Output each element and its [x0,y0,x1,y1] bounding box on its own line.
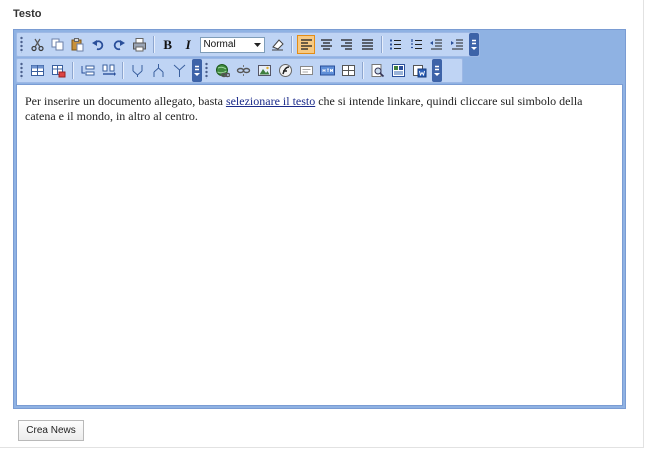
toolbar-overflow-button[interactable] [192,59,202,82]
outdent-button[interactable] [428,35,446,54]
undo-icon [91,40,104,51]
more-icon [472,39,477,45]
bold-button[interactable]: B [159,35,177,54]
indent-button[interactable] [448,35,466,54]
merge-cells-button[interactable] [128,61,147,80]
unlink-icon [236,65,251,76]
more-icon [435,65,439,71]
cut-button[interactable] [28,35,46,54]
toolbar-row-2 [16,58,463,83]
template-button[interactable] [389,61,408,80]
split-cells-icon [153,64,164,77]
insert-row-icon [81,65,95,76]
toolbar-separator [122,62,124,79]
paste-icon [71,38,84,52]
field-label: Testo [13,8,42,20]
undo-button[interactable] [89,35,107,54]
toolbar-separator [72,62,74,79]
numbered-list-button[interactable] [407,35,425,54]
align-center-button[interactable] [317,35,335,54]
delete-cells-button[interactable] [170,61,189,80]
italic-icon: I [185,36,191,52]
align-center-icon [320,39,332,50]
form-frame: Testo B I Normal Per inserire un documen… [0,0,644,448]
insert-row-button[interactable] [78,61,97,80]
paste-button[interactable] [69,35,87,54]
merge-cells-icon [132,65,143,77]
cut-icon [30,38,44,52]
toolbar-overflow-button[interactable] [469,33,480,56]
paste-word-icon [413,65,427,78]
format-select-value: Normal [203,39,236,50]
toolbar-overflow-button[interactable] [432,59,442,82]
justify-button[interactable] [358,35,376,54]
copy-button[interactable] [48,35,66,54]
flash-icon [279,64,292,77]
toolbar-separator [380,36,383,53]
editor-content-area[interactable]: Per inserire un documento allegato, bast… [16,84,623,406]
italic-button[interactable]: I [179,35,197,54]
content-text-before: Per inserire un documento allegato, bast… [25,94,226,108]
more-icon [195,65,199,71]
content-link[interactable]: selezionare il testo [226,94,315,108]
copy-icon [51,38,64,51]
toolbar-grip[interactable] [19,62,24,79]
chevron-down-icon [250,38,264,52]
eraser-icon [272,39,284,51]
bulleted-list-button[interactable] [387,35,405,54]
insert-form-button[interactable] [297,61,316,80]
bold-icon: B [163,36,173,52]
print-icon [132,38,146,52]
unlink-button[interactable] [234,61,253,80]
toolbar-grip[interactable] [19,36,24,53]
justify-icon [361,39,373,50]
special-char-icon [342,65,355,76]
indent-icon [450,39,463,50]
delete-cells-icon [173,64,186,77]
chevron-down-icon [471,47,478,50]
paste-word-button[interactable] [410,61,429,80]
format-select[interactable]: Normal [200,36,266,53]
image-icon [258,65,271,76]
align-right-button[interactable] [338,35,356,54]
preview-icon [371,64,385,78]
toolbar-separator [362,62,364,79]
remove-format-button[interactable] [268,35,286,54]
toolbar-row-1: B I Normal [16,32,480,57]
insert-table-button[interactable] [28,61,47,80]
insert-column-icon [102,64,116,76]
special-char-button[interactable] [339,61,358,80]
redo-icon [114,40,126,51]
form-icon [300,66,313,75]
chevron-down-icon [194,73,200,76]
rich-text-editor: B I Normal Per inserire un documento all… [13,29,626,409]
outdent-icon [430,39,443,50]
insert-flash-button[interactable] [276,61,295,80]
toolbar-separator [290,36,293,53]
table-properties-button[interactable] [49,61,68,80]
html-icon [320,65,335,76]
align-right-icon [341,39,353,50]
print-button[interactable] [130,35,148,54]
preview-button[interactable] [368,61,387,80]
link-icon [216,64,230,78]
align-left-button[interactable] [296,35,316,54]
align-left-icon [300,39,312,50]
insert-image-button[interactable] [255,61,274,80]
toolbar-separator [152,36,155,53]
table-properties-icon [52,65,66,78]
redo-button[interactable] [110,35,128,54]
bulleted-list-icon [390,39,402,50]
html-source-button[interactable] [318,61,337,80]
insert-link-button[interactable] [213,61,232,80]
split-cells-button[interactable] [149,61,168,80]
numbered-list-icon [410,39,422,49]
chevron-down-icon [434,73,440,76]
toolbar-grip[interactable] [204,62,209,79]
crea-news-button[interactable]: Crea News [18,420,84,441]
table-icon [31,65,44,76]
insert-column-button[interactable] [99,61,118,80]
template-icon [392,64,405,77]
